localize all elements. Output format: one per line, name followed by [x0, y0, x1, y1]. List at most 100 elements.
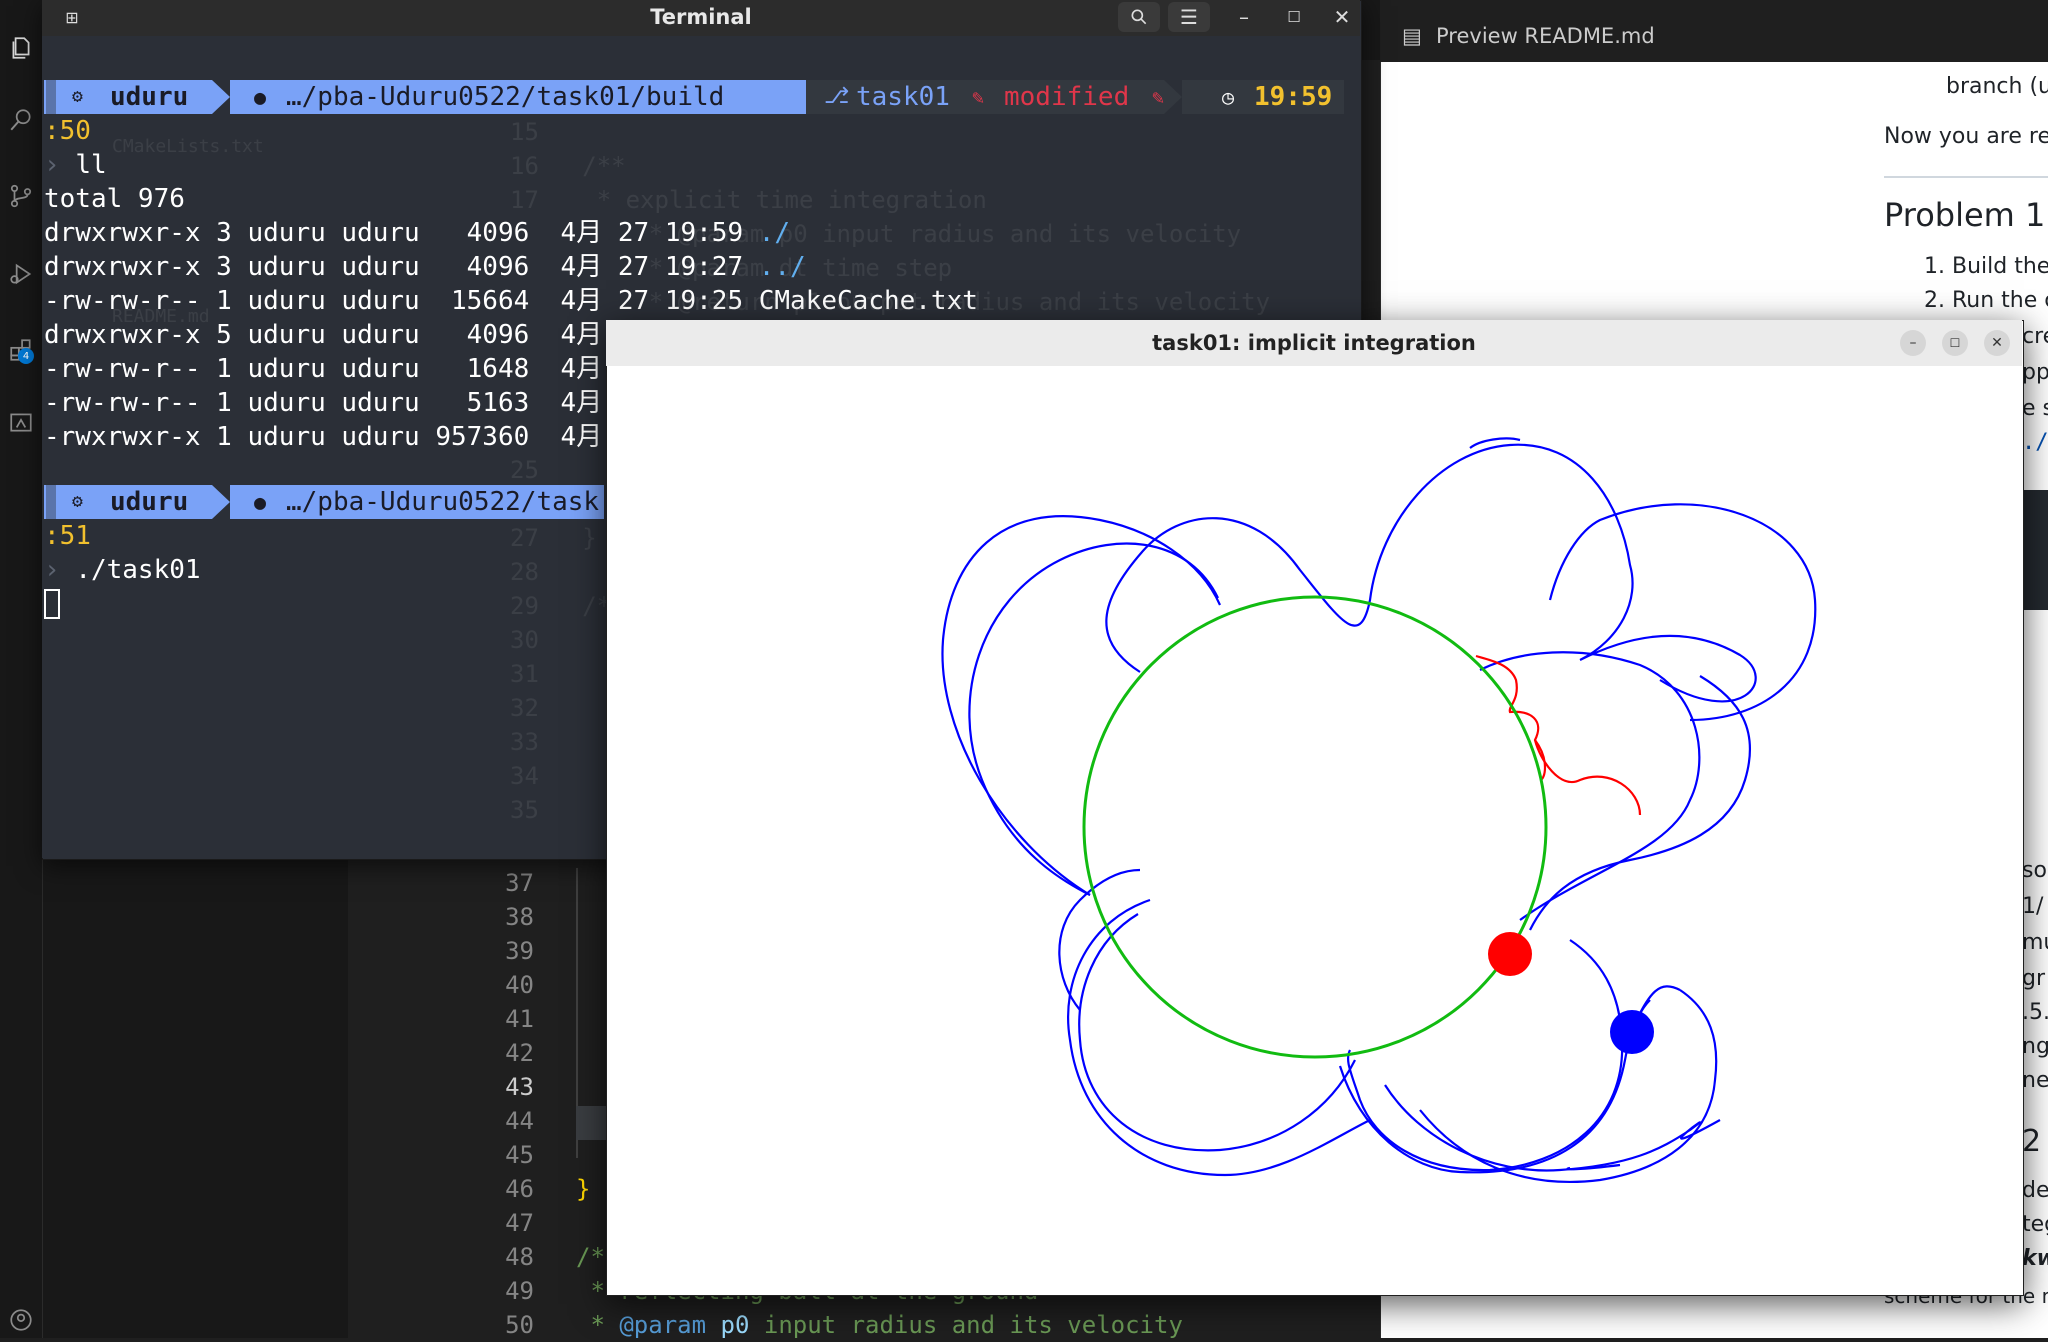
ls-row: -rwxrwxr-x 1 uduru uduru 957360 4月	[44, 420, 602, 454]
terminal-titlebar[interactable]: ⊞ Terminal ☰ – ☐ ✕	[42, 0, 1360, 36]
ls-row-meta: -rwxrwxr-x 1 uduru uduru 957360 4月	[44, 422, 603, 452]
account-icon[interactable]	[0, 1300, 42, 1340]
search-icon[interactable]	[1118, 2, 1160, 32]
line-number: 46	[505, 1175, 534, 1203]
blue-trajectory	[1346, 939, 1624, 1172]
ghost-text: 30	[510, 626, 539, 654]
preview-text: 1/	[2022, 894, 2044, 919]
user-icon: ⚙	[72, 491, 83, 512]
preview-text: .5.	[2022, 1000, 2048, 1025]
line-number: 39	[505, 937, 534, 965]
ls-row: drwxrwxr-x 3 uduru uduru 4096 4月 27 19:2…	[44, 250, 806, 284]
preview-text: cre	[2022, 324, 2048, 349]
clock-icon: ◷	[1222, 85, 1235, 109]
run-debug-icon[interactable]	[0, 254, 42, 294]
terminal-command-line: › ll	[44, 150, 107, 180]
remote-explorer-icon[interactable]	[0, 402, 42, 442]
preview-divider	[1884, 176, 2048, 178]
line-number: 50	[505, 1311, 534, 1339]
prompt-time: 19:59	[1254, 82, 1333, 112]
ls-row-meta: drwxrwxr-x 3 uduru uduru 4096 4月 27 19:2…	[44, 252, 759, 282]
ghost-text: 31	[510, 660, 539, 688]
simulation-titlebar[interactable]: task01: implicit integration – ☐ ✕	[606, 320, 2022, 366]
ghost-text: 25	[510, 456, 539, 484]
maximize-icon[interactable]: ☐	[1942, 330, 1968, 356]
preview-tab-label: Preview README.md	[1436, 24, 1655, 48]
ls-row: -rw-rw-r-- 1 uduru uduru 15664 4月 27 19:…	[44, 284, 978, 318]
terminal-output: total 976	[44, 184, 185, 214]
preview-text: ng	[2022, 1034, 2048, 1059]
close-icon[interactable]: ✕	[1322, 0, 1362, 34]
ghost-text: CMakeLists.txt	[112, 136, 264, 157]
git-branch-icon: ⎇	[824, 84, 850, 109]
extensions-badge: 4	[18, 348, 34, 364]
ls-row-name: CMakeCache.txt	[758, 286, 978, 316]
preview-list-item: 1. Build the c	[1924, 254, 2048, 279]
line-number: 40	[505, 971, 534, 999]
search-icon[interactable]	[0, 100, 42, 140]
modified-icon: ✎	[1152, 85, 1165, 109]
prompt-path: …/pba-Uduru0522/task01/build	[286, 82, 725, 112]
code-token: p0	[706, 1311, 750, 1339]
minimize-icon[interactable]: –	[1900, 330, 1926, 356]
ls-row-meta: -rw-rw-r-- 1 uduru uduru 15664 4月 27 19:…	[44, 286, 759, 316]
maximize-icon[interactable]: ☐	[1274, 0, 1314, 34]
code-line: }	[576, 1175, 591, 1203]
ghost-text: 33	[510, 728, 539, 756]
close-icon[interactable]: ✕	[1984, 330, 2010, 356]
prompt-user: uduru	[110, 82, 189, 112]
ghost-text: 29 /*	[510, 592, 612, 620]
prompt-continuation: :51	[44, 521, 91, 551]
simulation-title: task01: implicit integration	[1152, 331, 1476, 355]
user-icon: ⚙	[72, 86, 83, 107]
preview-tab[interactable]: ▤ Preview README.md	[1380, 0, 2048, 62]
ghost-text: 17 * explicit time integration	[510, 186, 987, 214]
code-token: *	[576, 1311, 620, 1339]
terminal-title: Terminal	[650, 5, 752, 29]
explorer-icon[interactable]	[0, 28, 42, 68]
terminal-cursor	[44, 589, 60, 619]
prompt-status: modified	[1004, 82, 1130, 112]
minimize-icon[interactable]: –	[1224, 0, 1264, 34]
red-trajectory	[1475, 654, 1642, 816]
preview-text: ./p	[2022, 430, 2048, 455]
preview-text: Now you are read	[1884, 124, 2048, 149]
preview-heading: Problem 1	[1884, 196, 2046, 234]
ls-row-meta: -rw-rw-r-- 1 uduru uduru 1648 4月	[44, 354, 603, 384]
line-number: 49	[505, 1277, 534, 1305]
terminal-command: ll	[75, 150, 107, 180]
blue-trajectory	[1479, 651, 1701, 921]
preview-list-item: 2. Run the co	[1924, 288, 2048, 313]
preview-text: gr	[2022, 966, 2046, 991]
preview-text: de	[2022, 1178, 2048, 1203]
preview-heading: 2	[2022, 1124, 2042, 1159]
ls-row: drwxrwxr-x 3 uduru uduru 4096 4月 27 19:5…	[44, 216, 790, 250]
preview-text: sol	[2022, 858, 2048, 883]
modified-icon: ✎	[972, 85, 985, 109]
location-pin-icon: ●	[254, 85, 267, 109]
prompt-continuation: :50	[44, 116, 91, 146]
line-number: 44	[505, 1107, 534, 1135]
ls-row-meta: drwxrwxr-x 5 uduru uduru 4096 4月	[44, 320, 603, 350]
line-number: 45	[505, 1141, 534, 1169]
prompt-user: uduru	[110, 487, 189, 517]
terminal-command: ./task01	[75, 555, 201, 585]
ghost-text: 34	[510, 762, 539, 790]
ghost-text: 32	[510, 694, 539, 722]
hamburger-menu-icon[interactable]: ☰	[1168, 2, 1210, 32]
preview-text: e sc	[2022, 396, 2048, 421]
code-token: input radius and its velocity	[749, 1311, 1183, 1339]
prompt-branch: task01	[856, 82, 950, 112]
ls-row-meta: -rw-rw-r-- 1 uduru uduru 5163 4月	[44, 388, 603, 418]
simulation-canvas	[941, 437, 1817, 1184]
preview-text: kw	[2022, 1246, 2048, 1271]
line-number: 37	[505, 869, 534, 897]
ghost-text: 28	[510, 558, 539, 586]
location-pin-icon: ●	[254, 490, 267, 514]
blue-trajectory	[968, 542, 1219, 896]
code-line: /*	[576, 1243, 605, 1271]
folded-region-marker	[576, 1106, 608, 1140]
source-control-icon[interactable]	[0, 176, 42, 216]
ls-row: drwxrwxr-x 5 uduru uduru 4096 4月	[44, 318, 602, 352]
ls-row-name: ../	[758, 252, 806, 282]
